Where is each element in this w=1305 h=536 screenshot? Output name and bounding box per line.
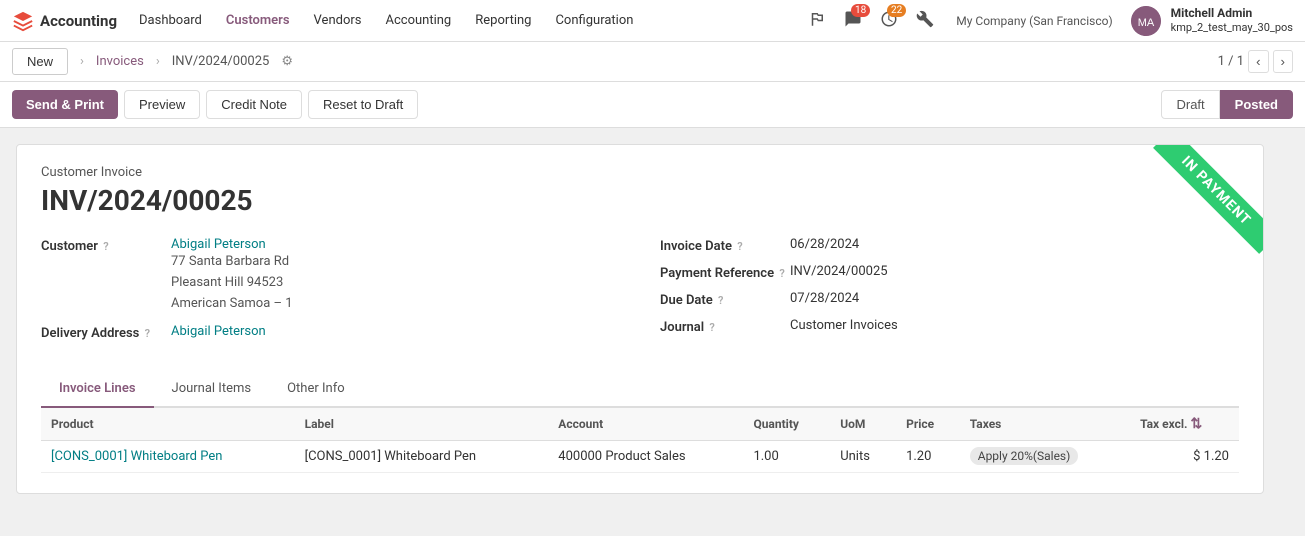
invoice-card: IN PAYMENT Customer Invoice INV/2024/000… — [16, 144, 1264, 494]
journal-label: Journal ? — [660, 318, 790, 335]
preview-button[interactable]: Preview — [124, 90, 200, 119]
row-product[interactable]: [CONS_0001] Whiteboard Pen — [41, 441, 295, 473]
adjust-columns-icon[interactable]: ⇅ — [1191, 416, 1203, 432]
right-field-col: Invoice Date ? 06/28/2024 Payment Refere… — [660, 237, 1239, 351]
reset-to-draft-button[interactable]: Reset to Draft — [308, 90, 418, 119]
row-taxes: Apply 20%(Sales) — [960, 441, 1130, 473]
invoice-date-row: Invoice Date ? 06/28/2024 — [660, 237, 1239, 254]
toolbar: Send & Print Preview Credit Note Reset t… — [0, 82, 1305, 128]
user-avatar[interactable]: MA — [1131, 6, 1161, 36]
payment-ref-row: Payment Reference ? INV/2024/00025 — [660, 264, 1239, 281]
tab-other-info[interactable]: Other Info — [269, 371, 363, 408]
invoice-fields: Customer ? Abigail Peterson 77 Santa Bar… — [41, 237, 1239, 351]
col-uom: UoM — [830, 408, 896, 441]
gear-icon[interactable]: ⚙ — [281, 54, 293, 69]
invoice-table: Product Label Account Quantity UoM Price… — [41, 408, 1239, 473]
pagination: 1 / 1 ‹ › — [1218, 50, 1293, 73]
svg-text:MA: MA — [1137, 17, 1154, 29]
nav-customers[interactable]: Customers — [216, 9, 300, 32]
wrench-icon-btn[interactable] — [912, 6, 938, 36]
delivery-address-label: Delivery Address ? — [41, 324, 171, 341]
row-uom: Units — [830, 441, 896, 473]
row-tax-excl: $ 1.20 — [1130, 441, 1239, 473]
breadcrumb-sep1: › — [80, 54, 84, 69]
table-row: [CONS_0001] Whiteboard Pen [CONS_0001] W… — [41, 441, 1239, 473]
clock-icon-btn[interactable]: 22 — [876, 6, 902, 36]
nav-accounting[interactable]: Accounting — [375, 9, 461, 32]
row-account: 400000 Product Sales — [548, 441, 743, 473]
address-line3: American Samoa – 1 — [171, 294, 293, 315]
left-field-col: Customer ? Abigail Peterson 77 Santa Bar… — [41, 237, 620, 351]
user-db: kmp_2_test_may_30_pos — [1171, 21, 1293, 34]
nav-reporting[interactable]: Reporting — [465, 9, 541, 32]
status-bar: Draft Posted — [1161, 90, 1293, 119]
invoice-date-value: 06/28/2024 — [790, 237, 859, 252]
invoice-number: INV/2024/00025 — [41, 184, 1239, 217]
company-name[interactable]: My Company (San Francisco) — [956, 14, 1112, 28]
user-info[interactable]: Mitchell Admin kmp_2_test_may_30_pos — [1171, 6, 1293, 36]
payment-ref-label: Payment Reference ? — [660, 264, 790, 281]
col-quantity: Quantity — [743, 408, 830, 441]
journal-value: Customer Invoices — [790, 318, 898, 333]
tax-badge: Apply 20%(Sales) — [970, 447, 1079, 465]
top-nav: Accounting Dashboard Customers Vendors A… — [0, 0, 1305, 42]
chat-badge: 18 — [851, 4, 870, 17]
payment-ref-value: INV/2024/00025 — [790, 264, 888, 279]
journal-row: Journal ? Customer Invoices — [660, 318, 1239, 335]
invoice-type-label: Customer Invoice — [41, 165, 1239, 180]
nav-icons: 18 22 My Company (San Francisco) MA Mitc… — [804, 6, 1293, 36]
row-price: 1.20 — [896, 441, 960, 473]
page-next-button[interactable]: › — [1273, 50, 1293, 73]
invoice-date-label: Invoice Date ? — [660, 237, 790, 254]
tabs: Invoice Lines Journal Items Other Info — [41, 371, 1239, 408]
status-draft-button[interactable]: Draft — [1161, 90, 1219, 119]
breadcrumb-current: INV/2024/00025 — [172, 54, 270, 69]
breadcrumb-parent[interactable]: Invoices — [96, 54, 144, 69]
delivery-address-field-row: Delivery Address ? Abigail Peterson — [41, 324, 620, 341]
due-date-value: 07/28/2024 — [790, 291, 859, 306]
page-prev-button[interactable]: ‹ — [1248, 50, 1268, 73]
chat-icon-btn[interactable]: 18 — [840, 6, 866, 36]
row-quantity: 1.00 — [743, 441, 830, 473]
col-price: Price — [896, 408, 960, 441]
action-bar: New › Invoices › INV/2024/00025 ⚙ 1 / 1 … — [0, 42, 1305, 82]
col-tax-excl: Tax excl. ⇅ — [1130, 408, 1239, 441]
col-product: Product — [41, 408, 295, 441]
app-logo[interactable]: Accounting — [12, 10, 117, 32]
customer-field-row: Customer ? Abigail Peterson 77 Santa Bar… — [41, 237, 620, 314]
customer-name[interactable]: Abigail Peterson — [171, 237, 293, 252]
credit-note-button[interactable]: Credit Note — [206, 90, 302, 119]
customer-label: Customer ? — [41, 237, 171, 254]
tab-invoice-lines[interactable]: Invoice Lines — [41, 371, 154, 408]
debug-icon-btn[interactable] — [804, 6, 830, 36]
nav-dashboard[interactable]: Dashboard — [129, 9, 212, 32]
breadcrumb-sep2: › — [156, 54, 160, 69]
status-posted-button[interactable]: Posted — [1220, 90, 1293, 119]
due-date-label: Due Date ? — [660, 291, 790, 308]
col-taxes: Taxes — [960, 408, 1130, 441]
tab-journal-items[interactable]: Journal Items — [154, 371, 270, 408]
nav-vendors[interactable]: Vendors — [304, 9, 372, 32]
customer-value-col: Abigail Peterson 77 Santa Barbara Rd Ple… — [171, 237, 293, 314]
page-count: 1 / 1 — [1218, 54, 1244, 69]
clock-badge: 22 — [887, 4, 906, 17]
user-name: Mitchell Admin — [1171, 6, 1293, 22]
customer-address: 77 Santa Barbara Rd Pleasant Hill 94523 … — [171, 252, 293, 314]
main-content: IN PAYMENT Customer Invoice INV/2024/000… — [0, 128, 1280, 510]
row-label: [CONS_0001] Whiteboard Pen — [295, 441, 549, 473]
delivery-address-value[interactable]: Abigail Peterson — [171, 324, 266, 339]
app-name: Accounting — [40, 12, 117, 30]
col-label: Label — [295, 408, 549, 441]
address-line1: 77 Santa Barbara Rd — [171, 252, 293, 273]
send-print-button[interactable]: Send & Print — [12, 90, 118, 119]
col-account: Account — [548, 408, 743, 441]
nav-configuration[interactable]: Configuration — [545, 9, 643, 32]
address-line2: Pleasant Hill 94523 — [171, 273, 293, 294]
new-button[interactable]: New — [12, 48, 68, 75]
due-date-row: Due Date ? 07/28/2024 — [660, 291, 1239, 308]
